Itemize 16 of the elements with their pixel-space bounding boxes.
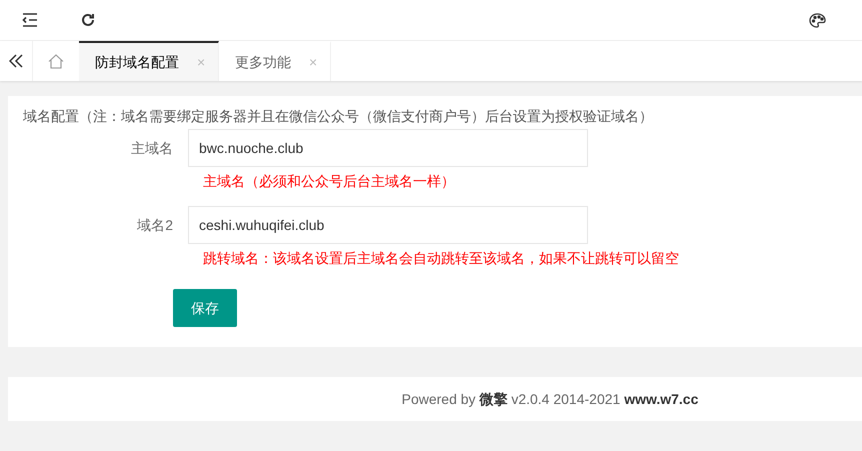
footer-text: Powered by 微擎 v2.0.4 2014-2021 www.w7.cc: [402, 390, 698, 409]
palette-icon[interactable]: [809, 12, 826, 28]
refresh-icon[interactable]: [80, 12, 96, 28]
input-field[interactable]: ceshi.wuhuqifei.club: [188, 206, 588, 244]
tab[interactable]: 更多功能 ×: [219, 41, 331, 81]
field-label: 主域名: [130, 138, 174, 158]
form-title: 域名配置（注：域名需要绑定服务器并且在微信公众号（微信支付商户号）后台设置为授权验证域名）: [23, 107, 654, 126]
double-chevron-left-icon[interactable]: [9, 54, 23, 68]
menu-icon[interactable]: [22, 13, 38, 27]
field-hint: 跳转域名：该域名设置后主域名会自动跳转至该域名，如果不让跳转可以留空: [203, 249, 679, 268]
field-hint: 主域名（必须和公众号后台主域名一样）: [203, 172, 455, 191]
home-icon[interactable]: [48, 54, 64, 68]
input-field[interactable]: bwc.nuoche.club: [188, 129, 588, 167]
save-button[interactable]: 保存: [173, 289, 237, 327]
field-label: 域名2: [136, 216, 174, 234]
tab[interactable]: 防封域名配置 ×: [79, 41, 219, 81]
